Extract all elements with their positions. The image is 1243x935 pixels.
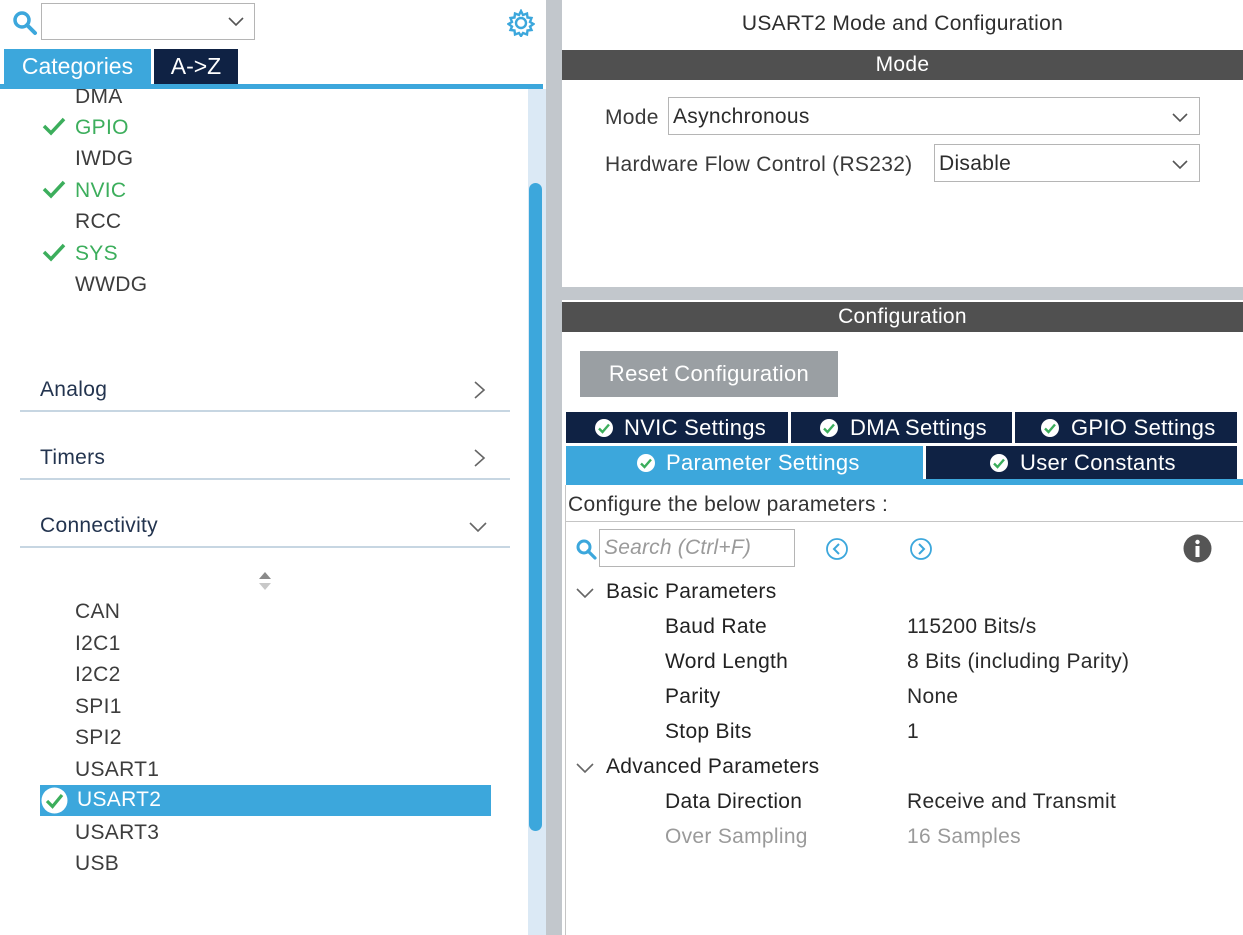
group-timers[interactable]: Timers [20, 434, 510, 480]
configuration-header: Configuration [562, 302, 1243, 332]
chevron-down-icon [469, 522, 487, 533]
tab-categories[interactable]: Categories [4, 49, 151, 84]
tab-label: DMA Settings [850, 415, 987, 440]
reset-configuration-button[interactable]: Reset Configuration [580, 351, 838, 397]
category-item-sys[interactable]: SYS [75, 242, 118, 266]
tab-label: NVIC Settings [624, 415, 767, 440]
section-divider[interactable] [562, 287, 1243, 300]
info-icon[interactable] [1183, 534, 1212, 563]
category-item-usart2[interactable]: USART2 [40, 785, 491, 816]
parameters-panel: Configure the below parameters : Search … [565, 485, 1243, 935]
tab-a-to-z[interactable]: A->Z [154, 49, 238, 84]
check-circle-icon [595, 419, 613, 437]
mode-label: Mode [605, 106, 659, 129]
category-item-usart1[interactable]: USART1 [75, 758, 159, 782]
check-circle-icon [1041, 419, 1059, 437]
tab-gpio-settings[interactable]: GPIO Settings [1015, 412, 1237, 443]
check-icon [42, 117, 66, 136]
param-value-data-direction[interactable]: Receive and Transmit [907, 790, 1116, 814]
sort-icon[interactable] [257, 570, 273, 592]
tab-dma-settings[interactable]: DMA Settings [791, 412, 1012, 443]
flow-control-select[interactable]: Disable [934, 144, 1200, 182]
panel-splitter[interactable] [546, 0, 562, 935]
previous-icon[interactable] [825, 537, 849, 561]
section-basic-parameters[interactable]: Basic Parameters [606, 580, 777, 604]
mode-header: Mode [562, 50, 1243, 80]
check-circle-icon [820, 419, 838, 437]
param-name-over-sampling: Over Sampling [665, 825, 808, 848]
category-item-i2c1[interactable]: I2C1 [75, 632, 121, 656]
search-icon[interactable] [575, 538, 597, 560]
left-panel: Categories A->Z DMA GPIO IWDG NVIC RCC S… [0, 0, 546, 935]
chevron-right-icon [474, 381, 486, 399]
mode-value: Asynchronous [673, 105, 810, 128]
category-item-iwdg[interactable]: IWDG [75, 147, 133, 171]
category-item-dma[interactable]: DMA [75, 89, 123, 109]
search-input[interactable] [41, 3, 255, 40]
tab-user-constants[interactable]: User Constants [926, 446, 1237, 479]
param-name-parity[interactable]: Parity [665, 685, 720, 709]
category-item-rcc[interactable]: RCC [75, 210, 121, 234]
category-item-spi2[interactable]: SPI2 [75, 726, 122, 750]
gear-icon[interactable] [507, 9, 535, 37]
chevron-down-icon[interactable] [227, 12, 245, 30]
search-icon[interactable] [12, 10, 38, 36]
category-item-spi1[interactable]: SPI1 [75, 695, 122, 719]
tab-label: Parameter Settings [666, 450, 860, 475]
tab-label: User Constants [1020, 450, 1176, 475]
category-item-can[interactable]: CAN [75, 600, 120, 624]
right-panel: USART2 Mode and Configuration Mode Mode … [562, 0, 1243, 935]
group-label: Connectivity [40, 514, 158, 537]
category-item-usb[interactable]: USB [75, 852, 119, 876]
tab-label: GPIO Settings [1071, 415, 1216, 440]
param-value-stop-bits[interactable]: 1 [907, 720, 919, 744]
check-circle-icon [41, 787, 68, 814]
category-item-i2c2[interactable]: I2C2 [75, 663, 121, 687]
check-icon [42, 180, 66, 199]
section-advanced-parameters[interactable]: Advanced Parameters [606, 755, 819, 779]
param-value-word-length[interactable]: 8 Bits (including Parity) [907, 650, 1129, 674]
group-connectivity[interactable]: Connectivity [20, 502, 510, 548]
check-icon [42, 243, 66, 262]
check-circle-icon [637, 454, 655, 472]
param-value-parity[interactable]: None [907, 685, 958, 709]
category-item-usart3[interactable]: USART3 [75, 821, 159, 845]
scrollbar-thumb[interactable] [529, 183, 542, 831]
group-analog[interactable]: Analog [20, 366, 510, 412]
page-title: USART2 Mode and Configuration [741, 12, 1064, 35]
tab-nvic-settings[interactable]: NVIC Settings [566, 412, 788, 443]
group-label: Timers [40, 446, 106, 469]
chevron-down-icon [1172, 113, 1188, 123]
parameter-search-input[interactable]: Search (Ctrl+F) [599, 529, 795, 567]
category-item-nvic[interactable]: NVIC [75, 179, 126, 203]
configure-hint: Configure the below parameters : [568, 493, 889, 516]
chevron-down-icon [1172, 160, 1188, 170]
flow-control-label: Hardware Flow Control (RS232) [605, 153, 913, 176]
category-item-label: USART2 [77, 788, 162, 811]
check-circle-icon [990, 454, 1008, 472]
divider [566, 521, 1243, 522]
next-icon[interactable] [909, 537, 933, 561]
category-item-wwdg[interactable]: WWDG [75, 273, 147, 297]
param-name-word-length[interactable]: Word Length [665, 650, 788, 674]
tab-parameter-settings[interactable]: Parameter Settings [566, 446, 923, 479]
category-item-gpio[interactable]: GPIO [75, 116, 129, 140]
param-name-baud-rate[interactable]: Baud Rate [665, 615, 767, 639]
chevron-down-icon[interactable] [575, 761, 595, 775]
flow-control-value: Disable [939, 152, 1012, 175]
mode-select[interactable]: Asynchronous [668, 97, 1200, 135]
chevron-down-icon[interactable] [575, 586, 595, 600]
param-name-stop-bits[interactable]: Stop Bits [665, 720, 752, 744]
param-value-baud-rate[interactable]: 115200 Bits/s [907, 615, 1037, 639]
param-name-data-direction[interactable]: Data Direction [665, 790, 802, 814]
chevron-right-icon [474, 449, 486, 467]
group-label: Analog [40, 378, 108, 401]
param-value-over-sampling: 16 Samples [907, 825, 1021, 848]
